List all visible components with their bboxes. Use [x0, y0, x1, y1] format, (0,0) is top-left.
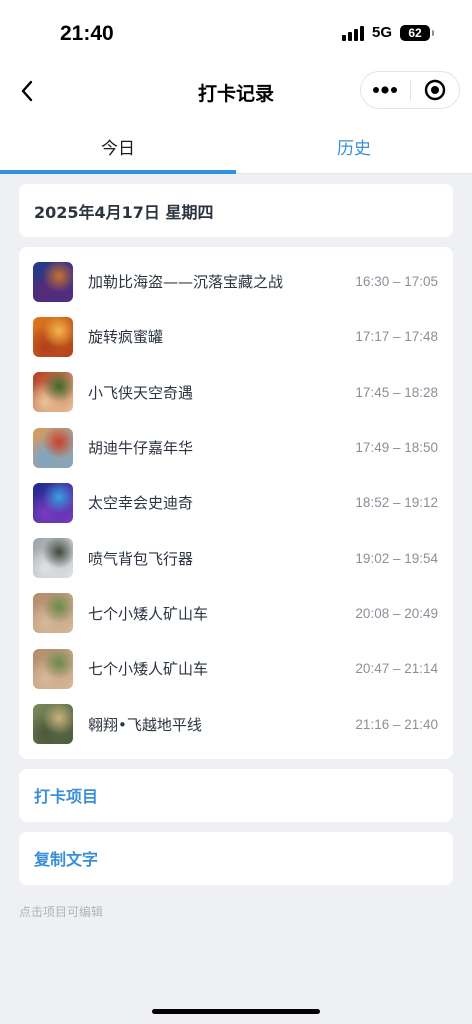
nav-bar: 打卡记录 [0, 62, 472, 120]
status-indicators: 5G 62 [341, 24, 434, 41]
top-area: 21:40 5G 62 打卡记录 今日 历史 [0, 0, 472, 174]
record-time: 21:16 – 21:40 [355, 716, 438, 732]
record-name: 加勒比海盗——沉落宝藏之战 [88, 273, 284, 292]
mini-program-capsule [360, 71, 460, 109]
record-name: 太空幸会史迪奇 [88, 494, 194, 513]
date-label: 2025年4月17日 星期四 [34, 202, 214, 222]
record-item[interactable]: 七个小矮人矿山车 20:08 – 20:49 [19, 586, 453, 641]
target-close-icon [424, 79, 445, 101]
attraction-thumbnail [33, 593, 73, 634]
network-type: 5G [371, 24, 392, 41]
more-dots-icon [373, 86, 398, 94]
battery-icon: 62 [400, 24, 434, 41]
checkin-items-label: 打卡项目 [34, 787, 99, 807]
attraction-thumbnail [33, 648, 73, 689]
record-name: 喷气背包飞行器 [88, 549, 194, 568]
record-time: 17:45 – 18:28 [355, 384, 438, 400]
attraction-thumbnail [33, 482, 73, 523]
close-button[interactable] [411, 72, 460, 108]
attraction-thumbnail [33, 704, 73, 745]
record-item[interactable]: 喷气背包飞行器 19:02 – 19:54 [19, 530, 453, 585]
record-name: 七个小矮人矿山车 [88, 604, 209, 623]
status-bar: 21:40 5G 62 [0, 0, 472, 62]
record-time: 20:47 – 21:14 [355, 661, 438, 677]
date-header: 2025年4月17日 星期四 [19, 184, 453, 237]
record-name: 小飞侠天空奇遇 [88, 383, 194, 402]
record-list: 加勒比海盗——沉落宝藏之战 16:30 – 17:05 旋转疯蜜罐 17:17 – 1… [19, 247, 453, 759]
record-name: 翱翔•飞越地平线 [88, 715, 202, 734]
copy-text-button[interactable]: 复制文字 [19, 831, 453, 885]
signal-icon [341, 25, 364, 41]
tab-today[interactable]: 今日 [0, 120, 236, 173]
home-indicator [152, 1009, 320, 1014]
attraction-thumbnail [33, 316, 73, 357]
record-time: 16:30 – 17:05 [355, 274, 438, 290]
attraction-thumbnail [33, 538, 73, 579]
attraction-thumbnail [33, 261, 73, 302]
record-time: 19:02 – 19:54 [355, 550, 438, 566]
record-time: 17:49 – 18:50 [355, 440, 438, 456]
record-time: 17:17 – 17:48 [355, 329, 438, 345]
tab-active-indicator [0, 170, 236, 174]
checkin-items-button[interactable]: 打卡项目 [19, 768, 453, 822]
record-item[interactable]: 胡迪牛仔嘉年华 17:49 – 18:50 [19, 420, 453, 475]
record-item[interactable]: 太空幸会史迪奇 18:52 – 19:12 [19, 475, 453, 530]
attraction-thumbnail [33, 427, 73, 468]
record-name: 七个小矮人矿山车 [88, 660, 209, 679]
record-item[interactable]: 七个小矮人矿山车 20:47 – 21:14 [19, 641, 453, 696]
record-time: 20:08 – 20:49 [355, 605, 438, 621]
attraction-thumbnail [33, 372, 73, 413]
edit-hint: 点击项目可编辑 [19, 904, 104, 919]
record-time: 18:52 – 19:12 [355, 495, 438, 511]
tab-history[interactable]: 历史 [236, 120, 472, 173]
more-button[interactable] [361, 72, 410, 108]
record-item[interactable]: 加勒比海盗——沉落宝藏之战 16:30 – 17:05 [19, 254, 453, 309]
record-item[interactable]: 翱翔•飞越地平线 21:16 – 21:40 [19, 696, 453, 751]
battery-level: 62 [408, 25, 422, 40]
record-name: 旋转疯蜜罐 [88, 328, 164, 347]
copy-text-label: 复制文字 [34, 850, 99, 870]
record-name: 胡迪牛仔嘉年华 [88, 439, 194, 458]
status-time: 21:40 [60, 22, 114, 45]
record-item[interactable]: 旋转疯蜜罐 17:17 – 17:48 [19, 309, 453, 364]
record-item[interactable]: 小飞侠天空奇遇 17:45 – 18:28 [19, 365, 453, 420]
tab-bar: 今日 历史 [0, 120, 472, 174]
